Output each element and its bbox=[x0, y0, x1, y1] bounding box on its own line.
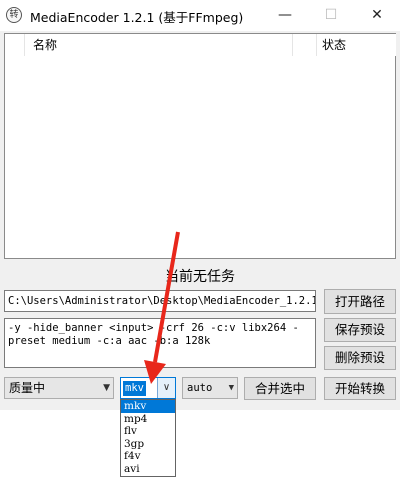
annotation-arrow-shaft bbox=[153, 231, 180, 363]
annotation-arrow-head bbox=[144, 360, 166, 384]
annotation-arrow bbox=[144, 231, 180, 384]
